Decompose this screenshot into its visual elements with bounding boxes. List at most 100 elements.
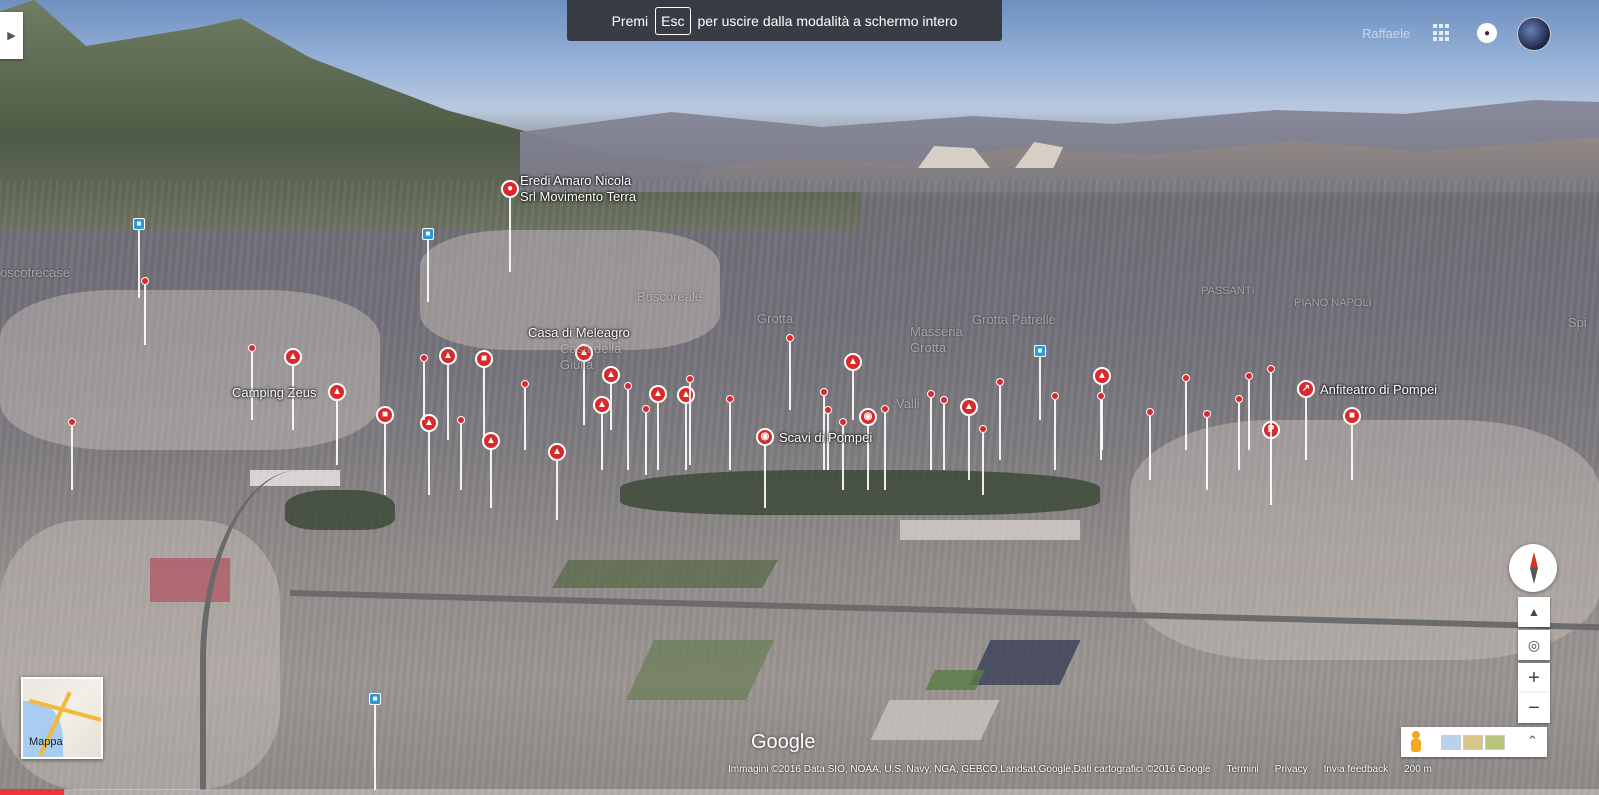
poi-marker-icon: ▲ xyxy=(844,353,862,371)
scale-label[interactable]: 200 m xyxy=(1404,764,1432,778)
marker-stem xyxy=(71,426,73,490)
side-panel-toggle-button[interactable]: ▶ xyxy=(0,12,23,59)
marker-stem xyxy=(556,461,558,520)
poi-marker-icon xyxy=(1203,410,1211,418)
imagery-thumbnail[interactable] xyxy=(1463,735,1483,750)
poi-marker-icon xyxy=(521,380,529,388)
poi-marker-icon xyxy=(940,396,948,404)
poi-marker-icon xyxy=(457,416,465,424)
poi-marker-icon xyxy=(1267,365,1275,373)
poi-marker-icon xyxy=(624,382,632,390)
minimap-label: Mappa xyxy=(29,736,63,748)
marker-stem xyxy=(1351,425,1353,480)
marker-stem xyxy=(509,198,511,272)
place-label-boscoreale[interactable]: Boscoreale xyxy=(637,289,702,304)
marker-stem xyxy=(384,424,386,495)
marker-stem xyxy=(884,413,886,490)
imagery-thumbnail[interactable] xyxy=(1441,735,1461,750)
poi-marker-icon: ▲ xyxy=(593,396,611,414)
bell-icon[interactable]: ● xyxy=(1477,23,1497,43)
poi-marker-icon: ▲ xyxy=(548,443,566,461)
place-label-camping-zeus[interactable]: Camping Zeus xyxy=(232,385,317,400)
marker-stem xyxy=(1248,380,1250,450)
field xyxy=(870,700,1000,740)
bus-stop-icon: ■ xyxy=(133,218,145,230)
terms-link[interactable]: Termini xyxy=(1227,764,1259,778)
user-name-link[interactable]: Raffaele xyxy=(1362,26,1410,41)
red-roof-building xyxy=(150,558,230,602)
pegman-icon[interactable] xyxy=(1409,731,1423,753)
zoom-out-button[interactable]: − xyxy=(1518,693,1550,723)
marker-stem xyxy=(999,386,1001,460)
marker-stem xyxy=(1054,400,1056,470)
poi-marker-icon: ▲ xyxy=(649,385,667,403)
privacy-link[interactable]: Privacy xyxy=(1275,764,1308,778)
marker-stem xyxy=(374,705,376,790)
place-label-casa-della[interactable]: Casa della Giulia xyxy=(560,341,621,373)
marker-stem xyxy=(645,413,647,475)
place-label-eredi[interactable]: Eredi Amaro Nicola Srl Movimento Terra xyxy=(520,173,636,205)
place-label-anfiteatro[interactable]: Anfiteatro di Pompei xyxy=(1320,382,1437,397)
marker-stem xyxy=(729,403,731,470)
marker-stem xyxy=(943,404,945,470)
chevron-right-icon: ▶ xyxy=(7,30,16,42)
video-progress-bar[interactable] xyxy=(0,789,1599,795)
marker-stem xyxy=(685,404,687,470)
marker-stem xyxy=(1270,373,1272,445)
poi-marker-icon: ▲ xyxy=(677,386,695,404)
progress-fill xyxy=(0,789,64,795)
place-label-valli[interactable]: Valli xyxy=(896,396,920,411)
poi-marker-icon xyxy=(786,334,794,342)
poi-marker-icon: ● xyxy=(501,180,519,198)
banner-suffix: per uscire dalla modalità a schermo inte… xyxy=(697,12,958,29)
zoom-in-button[interactable]: + xyxy=(1518,663,1550,693)
banner-prefix: Premi xyxy=(611,12,649,29)
poi-marker-icon: ▲ xyxy=(1093,367,1111,385)
marker-stem xyxy=(689,383,691,465)
marker-stem xyxy=(460,424,462,490)
expand-up-icon[interactable]: ⌃ xyxy=(1527,733,1538,749)
mountain-ridge-near xyxy=(700,137,1599,190)
place-label-scavi-pompei[interactable]: Scavi di Pompei xyxy=(779,430,872,445)
marker-stem xyxy=(423,362,425,420)
poi-marker-icon xyxy=(996,378,1004,386)
poi-marker-icon xyxy=(68,418,76,426)
place-label-passanti[interactable]: PASSANTI xyxy=(1201,285,1255,297)
poi-marker-icon: ■ xyxy=(1343,407,1361,425)
poi-marker-icon: ◉ xyxy=(756,428,774,446)
poi-marker-icon: ▲ xyxy=(328,383,346,401)
poi-marker-icon xyxy=(820,388,828,396)
place-label-spi[interactable]: Spi xyxy=(1568,315,1587,330)
place-label-casa-meleagro[interactable]: Casa di Meleagro xyxy=(528,325,630,340)
tilt-toggle-button[interactable]: ▲ xyxy=(1518,597,1550,627)
highway-ramp xyxy=(200,470,366,790)
poi-marker-icon xyxy=(1245,372,1253,380)
marker-stem xyxy=(1238,403,1240,470)
marker-stem xyxy=(144,285,146,345)
poi-marker-icon xyxy=(420,354,428,362)
imagery-thumbnail[interactable] xyxy=(1485,735,1505,750)
avatar[interactable] xyxy=(1517,17,1551,51)
quarry xyxy=(1015,142,1063,168)
marker-stem xyxy=(1149,416,1151,480)
field xyxy=(626,640,774,700)
place-label-boscotrecase[interactable]: oscotrecase xyxy=(0,265,70,280)
bus-stop-icon: ■ xyxy=(422,228,434,240)
compass-icon[interactable] xyxy=(1509,544,1557,592)
place-label-piano-napoli[interactable]: PIANO NAPOLI xyxy=(1294,297,1372,309)
apps-grid-icon[interactable] xyxy=(1433,24,1451,42)
trees xyxy=(285,490,395,530)
my-location-button[interactable]: ◎ xyxy=(1518,630,1550,660)
poi-marker-icon: ■ xyxy=(475,350,493,368)
minus-icon: − xyxy=(1528,696,1540,719)
marker-stem xyxy=(764,446,766,508)
poi-marker-icon xyxy=(927,390,935,398)
marker-stem xyxy=(852,371,854,420)
map-view-toggle[interactable]: Mappa xyxy=(21,677,103,759)
town-area xyxy=(0,290,380,450)
feedback-link[interactable]: Invia feedback xyxy=(1324,764,1389,778)
place-label-grotta[interactable]: Grotta xyxy=(757,311,793,326)
place-label-grotta-patrelle[interactable]: Grotta Patrelle xyxy=(972,312,1056,327)
place-label-masseria-grotta[interactable]: Masseria Grotta xyxy=(910,324,963,356)
poi-marker-icon xyxy=(1235,395,1243,403)
